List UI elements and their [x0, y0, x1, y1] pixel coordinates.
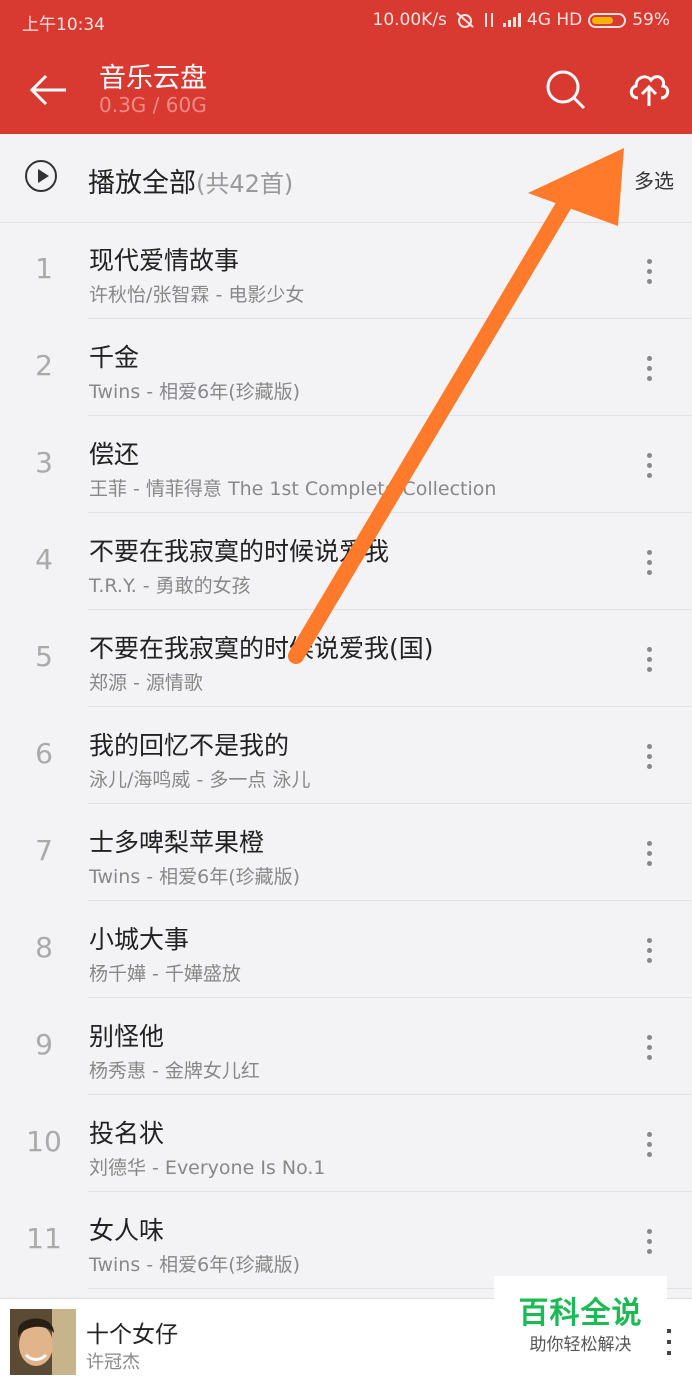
song-index: 5 — [35, 640, 53, 673]
play-all-button[interactable]: 播放全部(共42首) — [88, 161, 293, 200]
play-circle-icon[interactable] — [25, 160, 57, 192]
song-artist-album: 刘德华 - Everyone Is No.1 — [89, 1157, 326, 1179]
more-options-icon[interactable] — [634, 838, 664, 868]
more-options-icon[interactable] — [634, 644, 664, 674]
song-count: (共42首) — [196, 170, 294, 198]
song-title: 别怪他 — [89, 1022, 165, 1051]
song-index: 4 — [35, 543, 53, 576]
song-title: 偿还 — [89, 440, 140, 469]
now-playing-artist: 许冠杰 — [86, 1352, 140, 1373]
song-index: 9 — [35, 1028, 53, 1061]
song-title: 现代爱情故事 — [89, 246, 240, 275]
song-index: 8 — [35, 931, 53, 964]
song-row[interactable]: 5 不要在我寂寞的时候说爱我(国) 郑源 - 源情歌 — [0, 610, 692, 707]
status-bar: 上午10:34 10.00K/s 4G HD 59% — [0, 0, 692, 40]
song-index: 6 — [35, 737, 53, 770]
battery-icon — [588, 12, 627, 28]
storage-usage: 0.3G / 60G — [99, 93, 207, 117]
song-index: 10 — [26, 1125, 62, 1158]
song-artist-album: 泳儿/海鸣威 - 多一点 泳儿 — [89, 769, 311, 791]
page-title: 音乐云盘 — [99, 63, 207, 94]
song-row[interactable]: 10 投名状 刘德华 - Everyone Is No.1 — [0, 1095, 692, 1192]
more-options-icon[interactable] — [634, 935, 664, 965]
song-title: 投名状 — [89, 1119, 165, 1148]
song-artist-album: Twins - 相爱6年(珍藏版) — [89, 1254, 301, 1276]
song-title: 女人味 — [89, 1216, 165, 1245]
song-artist-album: 许秋怡/张智霖 - 电影少女 — [89, 284, 305, 306]
now-playing-title: 十个女仔 — [86, 1322, 178, 1348]
song-title: 小城大事 — [89, 925, 190, 954]
song-artist-album: 杨秀惠 - 金牌女儿红 — [89, 1060, 260, 1082]
search-icon[interactable] — [544, 68, 586, 110]
song-title: 千金 — [89, 343, 140, 372]
song-index: 2 — [35, 349, 53, 382]
watermark-title: 百科全说 — [518, 1296, 643, 1331]
song-row[interactable]: 4 不要在我寂寞的时候说爱我 T.R.Y. - 勇敢的女孩 — [0, 513, 692, 610]
more-options-icon[interactable] — [634, 450, 664, 480]
app-header: 上午10:34 10.00K/s 4G HD 59% 音乐云盘 0.3G / 6… — [0, 0, 692, 134]
cloud-upload-icon[interactable] — [626, 66, 672, 112]
play-all-label: 播放全部 — [88, 168, 196, 199]
net-speed: 10.00K/s — [372, 10, 447, 30]
status-time: 上午10:34 — [22, 15, 105, 35]
more-options-icon[interactable] — [634, 353, 664, 383]
more-options-icon[interactable] — [634, 1032, 664, 1062]
song-row[interactable]: 2 千金 Twins - 相爱6年(珍藏版) — [0, 319, 692, 416]
back-arrow-icon[interactable] — [28, 70, 72, 110]
more-options-icon[interactable] — [634, 1129, 664, 1159]
song-artist-album: T.R.Y. - 勇敢的女孩 — [89, 575, 251, 597]
song-index: 11 — [26, 1222, 62, 1255]
song-row[interactable]: 11 女人味 Twins - 相爱6年(珍藏版) — [0, 1192, 692, 1289]
album-cover[interactable] — [10, 1309, 76, 1375]
watermark-logo: 百科全说 助你轻松解决 — [494, 1276, 667, 1366]
more-options-icon[interactable] — [634, 741, 664, 771]
multi-select-button[interactable]: 多选 — [634, 165, 674, 194]
song-index: 3 — [35, 446, 53, 479]
watermark-slogan: 助你轻松解决 — [529, 1335, 632, 1355]
data-transfer-icon — [484, 13, 493, 27]
song-index: 7 — [35, 834, 53, 867]
song-row[interactable]: 6 我的回忆不是我的 泳儿/海鸣威 - 多一点 泳儿 — [0, 707, 692, 804]
song-row[interactable]: 3 偿还 王菲 - 情菲得意 The 1st Complete Collecti… — [0, 416, 692, 513]
song-row[interactable]: 8 小城大事 杨千嬅 - 千嬅盛放 — [0, 901, 692, 998]
status-indicators: 10.00K/s 4G HD 59% — [373, 10, 670, 30]
song-title: 不要在我寂寞的时候说爱我 — [89, 537, 390, 566]
song-artist-album: Twins - 相爱6年(珍藏版) — [89, 381, 301, 403]
song-index: 1 — [35, 252, 53, 285]
alarm-off-icon — [456, 12, 474, 28]
more-options-icon[interactable] — [634, 256, 664, 286]
song-title: 士多啤梨苹果橙 — [89, 828, 265, 857]
song-artist-album: 郑源 - 源情歌 — [89, 672, 203, 694]
song-row[interactable]: 7 士多啤梨苹果橙 Twins - 相爱6年(珍藏版) — [0, 804, 692, 901]
song-artist-album: 杨千嬅 - 千嬅盛放 — [89, 963, 241, 985]
song-artist-album: Twins - 相爱6年(珍藏版) — [89, 866, 301, 888]
song-title: 不要在我寂寞的时候说爱我(国) — [89, 634, 434, 663]
song-artist-album: 王菲 - 情菲得意 The 1st Complete Collection — [89, 478, 497, 500]
song-row[interactable]: 1 现代爱情故事 许秋怡/张智霖 - 电影少女 — [0, 222, 692, 319]
play-all-row[interactable]: 播放全部(共42首) 多选 — [0, 134, 692, 223]
song-title: 我的回忆不是我的 — [89, 731, 290, 760]
network-type: 4G HD — [526, 10, 583, 30]
signal-icon — [502, 13, 521, 27]
more-options-icon[interactable] — [634, 547, 664, 577]
song-row[interactable]: 9 别怪他 杨秀惠 - 金牌女儿红 — [0, 998, 692, 1095]
battery-level: 59% — [632, 10, 670, 30]
more-options-icon[interactable] — [634, 1226, 664, 1256]
